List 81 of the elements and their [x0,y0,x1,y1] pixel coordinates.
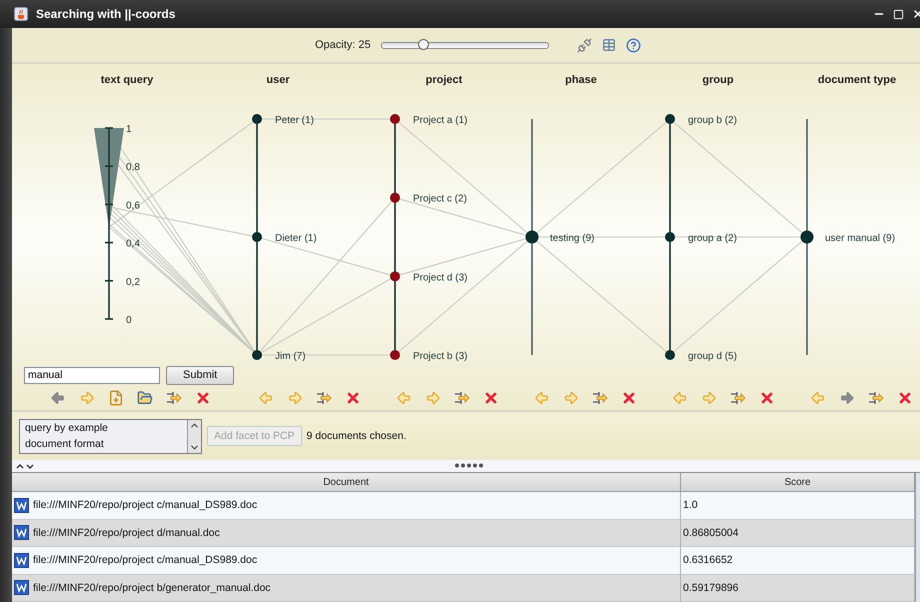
node-label: group a (2) [688,233,737,244]
axis-title: user [266,74,290,86]
node-dot[interactable] [800,230,814,244]
align-icon[interactable] [730,390,746,406]
tick-label: 0,2 [126,276,140,288]
node-dot[interactable] [390,114,400,124]
table-cell: 0.59179896 [683,582,738,594]
align-icon[interactable] [868,390,884,406]
table-cell: file:///MINF20/repo/project d/manual.doc [33,526,220,539]
column-header[interactable]: Document [12,473,681,492]
scrollbar[interactable] [915,473,920,602]
table-cell: file:///MINF20/repo/project c/manual_DS989.doc [33,554,258,566]
table-cell: 0.86805004 [683,526,738,539]
file-plus-icon[interactable] [108,390,124,406]
node-dot[interactable] [390,350,400,360]
node-dot[interactable] [252,232,262,242]
table-cell: file:///MINF20/repo/project b/generator_manual.doc [33,582,271,594]
collapse-arrows-icon[interactable] [16,462,36,470]
table-cell: 0.6316652 [683,554,733,566]
delete-icon[interactable] [483,390,499,406]
table-cell: file:///MINF20/repo/project c/manual_DS989.doc [33,499,258,512]
axis-title: document type [818,74,896,86]
help-icon[interactable] [626,38,641,52]
node-label: Dieter (1) [275,233,317,244]
axis-title: group [702,74,734,86]
node-dot[interactable] [665,232,675,242]
node-dot[interactable] [526,230,538,244]
status-text: 9 documents chosen. [306,430,406,442]
unplug-icon[interactable] [576,38,592,52]
node-label: Project a (1) [413,115,468,126]
node-label: user manual (9) [825,233,896,244]
node-label: Project b (3) [413,351,468,362]
submit-button[interactable]: Submit [166,366,234,384]
node-label: testing (9) [550,233,594,244]
node-dot[interactable] [252,114,262,124]
align-icon[interactable] [454,390,470,406]
folder-icon[interactable] [137,390,153,406]
node-dot[interactable] [665,350,675,360]
grip-icon[interactable] [454,463,484,468]
tick-label: 0,8 [126,162,140,174]
axis-title: project [426,74,462,86]
window-title: Searching with ||-coords [36,7,176,21]
tick-label: 0 [126,315,132,326]
table-icon[interactable] [602,38,616,52]
node-label: Project c (2) [413,194,467,205]
slider-thumb[interactable] [418,38,430,50]
node-dot[interactable] [665,114,675,124]
facet-item[interactable]: query by example [20,420,187,436]
query-field[interactable]: manual [24,366,160,384]
document-icon [14,580,29,596]
node-label: Jim (7) [275,351,306,362]
node-label: group d (5) [688,351,737,362]
opacity-slider[interactable] [380,42,549,48]
axis-title: text query [100,74,154,86]
delete-icon[interactable] [621,390,637,406]
align-icon[interactable] [316,390,332,406]
node-label: group b (2) [688,115,737,126]
tick-label: 1 [126,124,132,135]
node-label: Peter (1) [275,115,314,126]
delete-icon[interactable] [195,390,211,406]
node-dot[interactable] [252,350,262,360]
align-icon[interactable] [592,390,608,406]
delete-icon[interactable] [345,390,361,406]
tick-label: 0,4 [126,238,140,250]
app-icon [14,7,28,21]
maximize-icon[interactable] [893,8,904,20]
facet-list[interactable]: query by example document format [19,418,202,454]
facet-item[interactable]: document format [20,436,187,452]
table-cell: 1.0 [683,499,698,512]
scrollbar[interactable] [187,420,201,452]
delete-icon[interactable] [897,390,913,406]
node-dot[interactable] [390,271,400,282]
document-icon [14,525,29,540]
opacity-label: Opacity: 25 [315,39,371,51]
align-icon[interactable] [166,390,182,406]
axis-title: phase [565,74,597,86]
node-label: Project d (3) [413,272,468,284]
column-header[interactable]: Score [681,473,915,492]
delete-icon[interactable] [759,390,775,406]
node-dot[interactable] [390,192,400,203]
tick-label: 0,6 [126,200,140,212]
